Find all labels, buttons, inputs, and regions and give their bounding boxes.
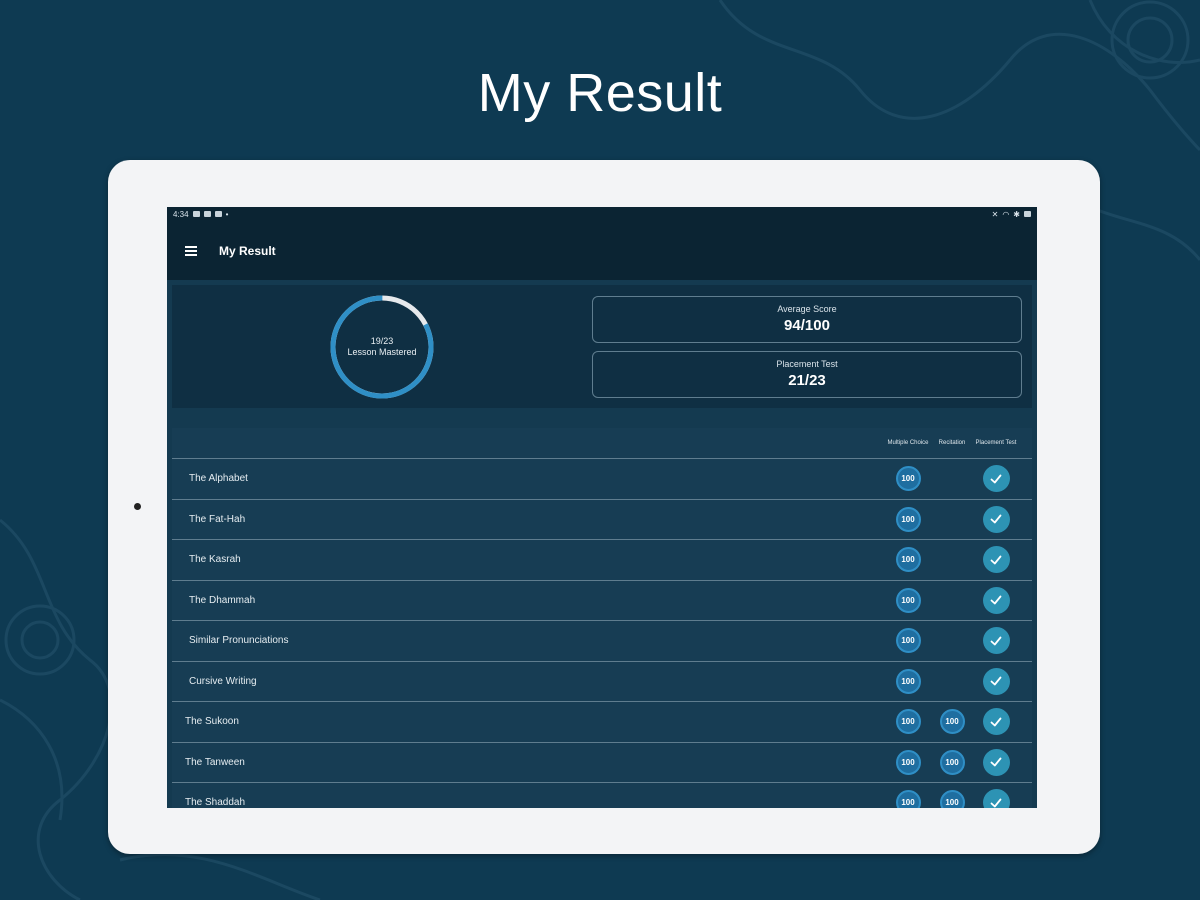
ring-text: 19/23 Lesson Mastered — [172, 336, 592, 358]
tablet-camera — [134, 503, 141, 510]
column-header-placement-test: Placement Test — [975, 439, 1017, 446]
column-header-recitation: Recitation — [938, 439, 966, 446]
placement-test-cell — [974, 627, 1018, 655]
recitation-score-badge: 100 — [939, 749, 965, 775]
placement-test-cell — [974, 505, 1018, 533]
placement-test-cell — [974, 546, 1018, 574]
multiple-choice-score-badge: 100 — [895, 749, 921, 775]
app-bar-title: My Result — [219, 243, 276, 258]
recitation-score-badge: 100 — [939, 790, 965, 808]
table-header: Multiple Choice Recitation Placement Tes… — [172, 428, 1032, 459]
multiple-choice-score-badge: 100 — [895, 709, 921, 735]
multiple-choice-score-badge: 100 — [895, 790, 921, 808]
status-right: ✕ ◠ ✱ — [992, 210, 1031, 219]
average-score-label: Average Score — [777, 304, 837, 314]
table-row[interactable]: The Sukoon 100 100 — [172, 702, 1032, 743]
ring-caption: Lesson Mastered — [347, 346, 417, 357]
multiple-choice-cell: 100 — [886, 466, 930, 492]
battery-icon — [1024, 211, 1031, 217]
multiple-choice-cell: 100 — [886, 628, 930, 654]
tablet-frame: 4:34 • ✕ ◠ ✱ My Result 19/23 Lesson Mast… — [108, 160, 1100, 854]
placement-test-label: Placement Test — [776, 359, 838, 369]
multiple-choice-cell: 100 — [886, 668, 930, 694]
checkmark-icon — [982, 708, 1010, 736]
multiple-choice-cell: 100 — [886, 547, 930, 573]
status-time: 4:34 — [173, 209, 189, 219]
table-row[interactable]: The Fat-Hah 100 — [172, 500, 1032, 540]
multiple-choice-cell: 100 — [886, 709, 930, 735]
lesson-name: The Shaddah — [185, 797, 246, 808]
lesson-name: The Kasrah — [189, 554, 241, 566]
app-screen: 4:34 • ✕ ◠ ✱ My Result 19/23 Lesson Mast… — [167, 207, 1037, 808]
average-score-card: Average Score 94/100 — [592, 295, 1022, 343]
table-rows: The Alphabet 100 The Fat-Hah 100 The Kasrah 1… — [172, 459, 1032, 808]
checkmark-icon — [982, 546, 1010, 574]
multiple-choice-score-badge: 100 — [895, 628, 921, 654]
placement-test-cell — [974, 586, 1018, 614]
checkmark-icon — [982, 667, 1010, 695]
placement-test-cell — [974, 667, 1018, 695]
mute-icon: ✕ — [991, 209, 999, 219]
lesson-name: Cursive Writing — [189, 675, 257, 687]
lesson-name: The Tanween — [185, 756, 245, 768]
lessons-mastered-ring: 19/23 Lesson Mastered — [172, 293, 592, 401]
checkmark-icon — [982, 789, 1010, 808]
placement-test-cell — [974, 465, 1018, 493]
checkmark-icon — [982, 505, 1010, 533]
status-left: 4:34 • — [173, 210, 228, 219]
multiple-choice-cell: 100 — [886, 749, 930, 775]
multiple-choice-cell: 100 — [886, 790, 930, 808]
checkmark-icon — [982, 586, 1010, 614]
table-row[interactable]: Similar Pronunciations 100 — [172, 621, 1032, 662]
hamburger-menu-icon[interactable] — [185, 245, 197, 256]
recitation-cell: 100 — [930, 790, 974, 808]
checkmark-icon — [982, 627, 1010, 655]
bluetooth-icon: ✱ — [1013, 209, 1020, 219]
placement-test-cell — [974, 748, 1018, 776]
stats-column: Average Score 94/100 Placement Test 21/2… — [592, 295, 1032, 398]
lesson-name: The Fat-Hah — [189, 513, 246, 525]
table-row[interactable]: The Dhammah 100 — [172, 581, 1032, 621]
recitation-cell: 100 — [930, 749, 974, 775]
lesson-name: The Dhammah — [189, 594, 256, 606]
lesson-name: The Sukoon — [185, 716, 239, 728]
app-bar: My Result — [167, 221, 1037, 280]
multiple-choice-score-badge: 100 — [895, 466, 921, 492]
placement-test-cell — [974, 708, 1018, 736]
status-bar: 4:34 • ✕ ◠ ✱ — [167, 207, 1037, 221]
lessons-results-table: Multiple Choice Recitation Placement Tes… — [172, 428, 1032, 808]
more-notifications-dot-icon: • — [225, 209, 229, 219]
lesson-name: The Alphabet — [189, 473, 248, 485]
average-score-value: 94/100 — [784, 317, 830, 334]
checkmark-icon — [982, 748, 1010, 776]
results-summary: 19/23 Lesson Mastered Average Score 94/1… — [172, 285, 1032, 408]
notification-icon — [192, 211, 200, 217]
recitation-cell: 100 — [930, 709, 974, 735]
notification-icon-3 — [214, 211, 222, 217]
multiple-choice-score-badge: 100 — [895, 668, 921, 694]
multiple-choice-score-badge: 100 — [895, 587, 921, 613]
multiple-choice-score-badge: 100 — [895, 547, 921, 573]
wifi-icon: ◠ — [1002, 209, 1010, 219]
placement-test-cell — [974, 789, 1018, 808]
table-row[interactable]: The Kasrah 100 — [172, 540, 1032, 581]
placement-test-value: 21/23 — [788, 372, 826, 389]
recitation-score-badge: 100 — [939, 709, 965, 735]
promo-title: My Result — [477, 63, 723, 123]
table-row[interactable]: Cursive Writing 100 — [172, 662, 1032, 702]
multiple-choice-cell: 100 — [886, 587, 930, 613]
table-row[interactable]: The Tanween 100 100 — [172, 743, 1032, 783]
placement-test-card: Placement Test 21/23 — [592, 350, 1022, 398]
column-header-multiple-choice: Multiple Choice — [887, 439, 929, 446]
ring-count: 19/23 — [370, 335, 394, 346]
multiple-choice-score-badge: 100 — [895, 506, 921, 532]
checkmark-icon — [982, 465, 1010, 493]
table-row[interactable]: The Alphabet 100 — [172, 459, 1032, 500]
table-row[interactable]: The Shaddah 100 100 — [172, 783, 1032, 808]
multiple-choice-cell: 100 — [886, 506, 930, 532]
lesson-name: Similar Pronunciations — [189, 635, 289, 647]
notification-icon-2 — [203, 211, 211, 217]
